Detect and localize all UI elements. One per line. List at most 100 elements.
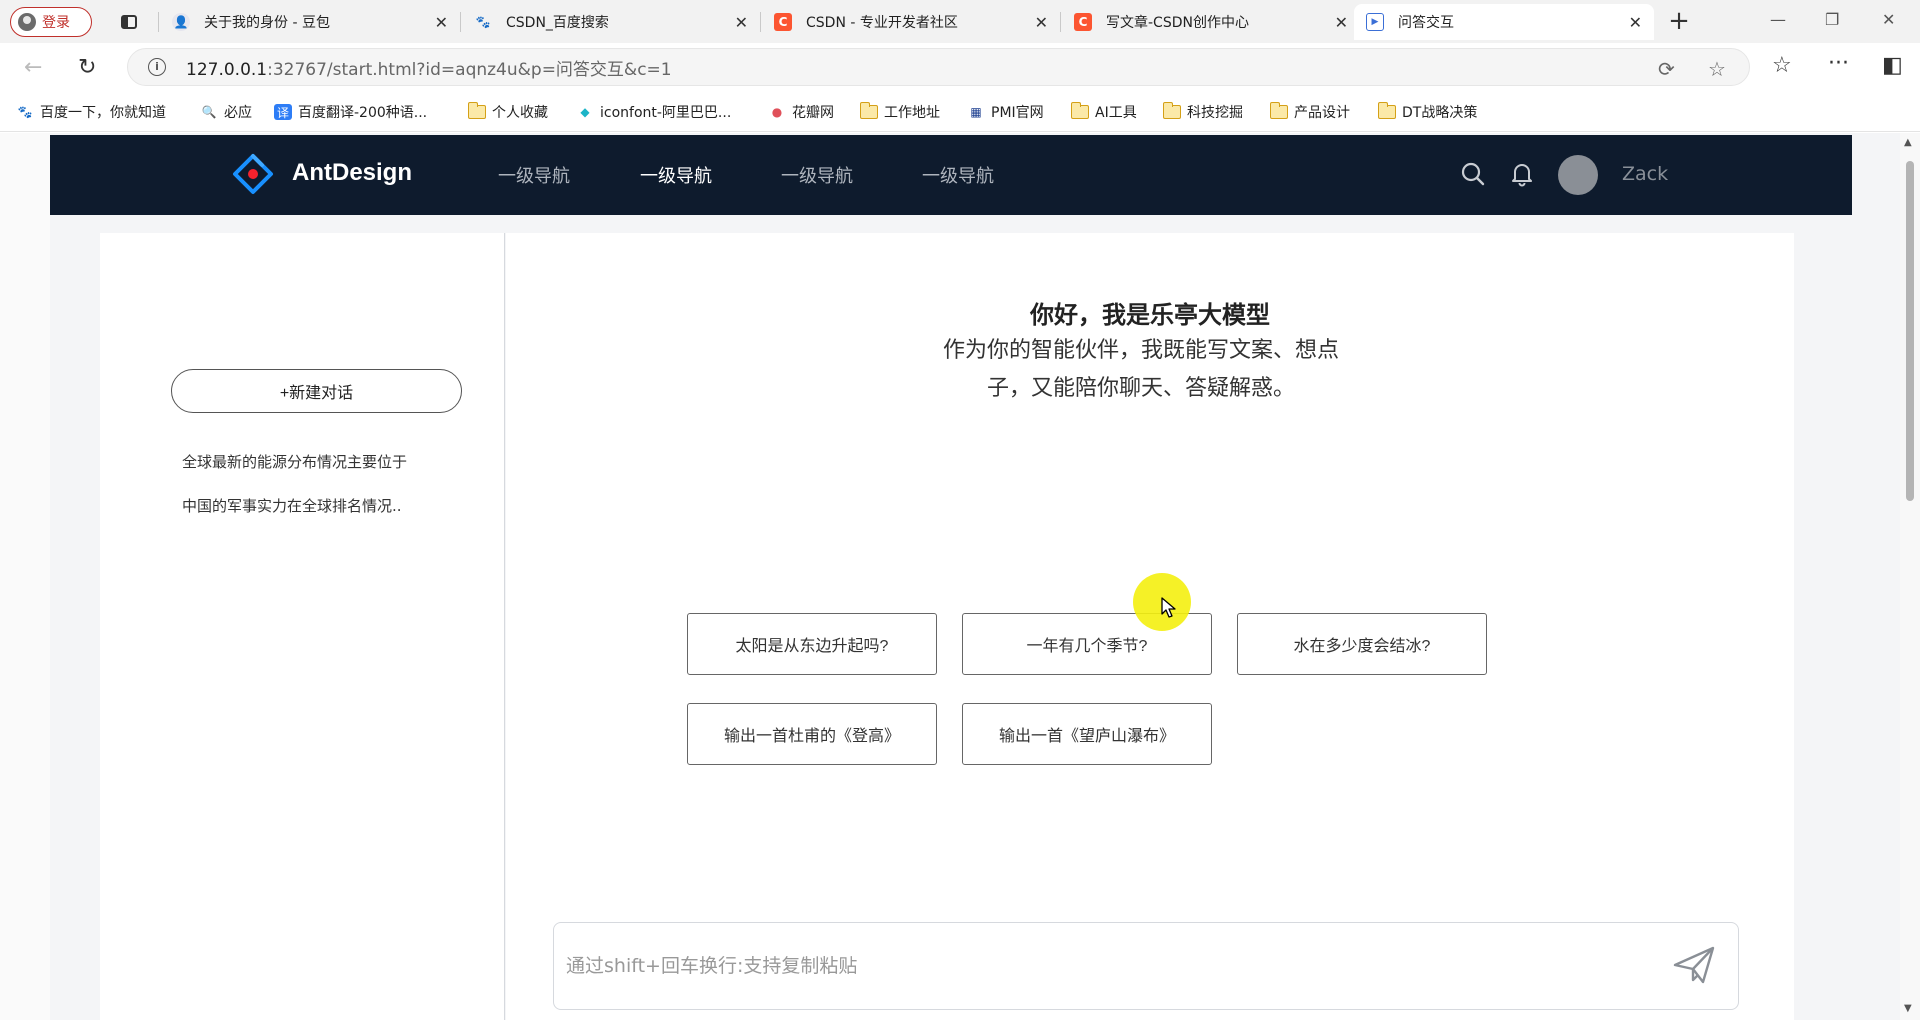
sidebar-toggle-icon[interactable]: ◧ [1882,53,1903,78]
site-info-icon[interactable]: i [148,58,166,76]
bookmark-personal[interactable]: 个人收藏 [468,102,548,122]
tab-doubao[interactable]: 👤 关于我的身份 - 豆包 ✕ [160,4,460,40]
baidu-icon: 🐾 [17,105,33,119]
favorites-icon[interactable]: ☆ [1772,53,1792,78]
new-tab-button[interactable]: + [1663,6,1695,36]
tab-baidu[interactable]: 🐾 CSDN_百度搜索 ✕ [462,4,760,40]
close-icon[interactable]: ✕ [435,13,448,32]
minimize-icon[interactable]: — [1770,10,1786,29]
bookmark-iconfont[interactable]: ◆ iconfont-阿里巴巴... [576,102,731,122]
tab-separator [158,12,159,32]
doubao-icon: 👤 [172,13,190,31]
suggested-question-button[interactable]: 输出一首杜甫的《登高》 [687,703,937,765]
tab-qa-active[interactable]: ▶ 问答交互 ✕ [1354,4,1654,40]
more-menu-icon[interactable]: ··· [1828,51,1849,76]
tab-separator [1060,12,1061,32]
folder-icon [1163,102,1181,120]
bookmarks-bar: 🐾 百度一下，你就知道 🔍 必应 译百度翻译-200种语... 个人收藏 ◆ icon… [0,92,1920,132]
reload-icon[interactable]: ↻ [78,55,96,80]
nav-item-3[interactable]: 一级导航 [781,162,853,188]
page-scrollbar[interactable]: ▲ ▼ [1900,133,1920,1020]
csdn-icon: C [1074,13,1092,31]
tab-title: CSDN_百度搜索 [506,15,609,31]
bookmark-dt[interactable]: DT战略决策 [1378,102,1477,122]
search-icon: 🔍 [201,105,217,119]
folder-icon [468,102,486,120]
tab-title: CSDN - 专业开发者社区 [806,15,958,31]
send-icon[interactable] [1672,945,1716,985]
restore-icon[interactable]: ❐ [1825,10,1839,29]
mouse-cursor-icon [1161,597,1176,618]
chat-input[interactable] [566,951,1646,981]
folder-icon [860,102,878,120]
bookmark-label: 花瓣网 [792,105,834,121]
pmi-icon: ▦ [970,105,982,119]
bookmark-bing[interactable]: 🔍 必应 [200,102,252,122]
nav-item-2[interactable]: 一级导航 [640,162,712,188]
bookmark-baidu[interactable]: 🐾 百度一下，你就知道 [16,102,166,122]
url-input[interactable]: i 127.0.0.1:32767/start.html?id=aqnz4u&p… [127,48,1750,86]
back-icon[interactable]: ← [24,55,42,80]
history-item[interactable]: 全球最新的能源分布情况主要位于 [182,451,407,472]
favorite-star-icon[interactable]: ☆ [1708,57,1726,81]
csdn-icon: C [774,13,792,31]
url-text: 127.0.0.1:32767/start.html?id=aqnz4u&p=问… [186,55,672,80]
close-icon[interactable]: ✕ [735,13,748,32]
scroll-down-icon[interactable]: ▼ [1904,1003,1912,1014]
app-header: AntDesign 一级导航 一级导航 一级导航 一级导航 Zack [50,135,1852,215]
url-path: :32767/start.html?id=aqnz4u&p=问答交互&c=1 [267,59,672,80]
scroll-up-icon[interactable]: ▲ [1904,137,1912,148]
bookmark-work[interactable]: 工作地址 [860,102,940,122]
translate-icon[interactable]: ⟳ [1658,57,1675,81]
bookmark-fanyi[interactable]: 译百度翻译-200种语... [274,102,427,122]
tab-separator [460,12,461,32]
close-icon[interactable]: ✕ [1629,13,1642,32]
baidu-icon: 🐾 [475,15,491,29]
profile-button[interactable]: 登录 [10,6,92,37]
bookmark-label: 百度一下，你就知道 [40,105,166,121]
new-chat-button[interactable]: +新建对话 [171,369,462,413]
greeting-subtitle: 作为你的智能伙伴，我既能写文案、想点子，又能陪你聊天、答疑解惑。 [942,338,1339,401]
bookmark-label: 个人收藏 [492,105,548,121]
bookmark-label: 百度翻译-200种语... [298,105,428,121]
brand-name: AntDesign [292,159,412,186]
bookmark-pmi[interactable]: ▦ PMI官网 [967,102,1044,122]
suggested-question-button[interactable]: 太阳是从东边升起吗? [687,613,937,675]
bookmark-label: 产品设计 [1294,105,1350,121]
folder-icon [1270,102,1288,120]
translate-icon: 译 [274,104,292,120]
tab-csdn-write[interactable]: C 写文章-CSDN创作中心 ✕ [1062,4,1360,40]
nav-item-1[interactable]: 一级导航 [498,162,570,188]
profile-label: 登录 [42,14,70,31]
url-host: 127.0.0.1 [186,59,268,80]
tab-title: 问答交互 [1398,15,1454,31]
bookmark-label: 工作地址 [884,105,940,121]
window-close-icon[interactable]: ✕ [1882,10,1895,29]
bookmark-product[interactable]: 产品设计 [1270,102,1350,122]
user-name[interactable]: Zack [1622,163,1668,185]
bookmark-label: PMI官网 [991,105,1044,121]
iconfont-icon: ◆ [580,105,590,119]
suggested-question-button[interactable]: 输出一首《望庐山瀑布》 [962,703,1212,765]
chat-input-box [553,922,1739,1010]
avatar[interactable] [1558,155,1598,195]
close-icon[interactable]: ✕ [1335,13,1348,32]
scrollbar-thumb[interactable] [1906,161,1914,501]
search-icon[interactable] [1460,161,1486,187]
bookmark-label: iconfont-阿里巴巴... [600,105,732,121]
close-icon[interactable]: ✕ [1035,13,1048,32]
bookmark-huaban[interactable]: ● 花瓣网 [768,102,834,122]
folder-icon [1378,102,1396,120]
nav-item-4[interactable]: 一级导航 [922,162,994,188]
bell-icon[interactable] [1510,161,1534,187]
bookmark-tech[interactable]: 科技挖掘 [1163,102,1243,122]
bookmark-label: 必应 [224,105,252,121]
history-item[interactable]: 中国的军事实力在全球排名情况.. [182,495,402,516]
suggested-question-button[interactable]: 水在多少度会结冰? [1237,613,1487,675]
tab-csdn[interactable]: C CSDN - 专业开发者社区 ✕ [762,4,1060,40]
page-icon: ▶ [1366,13,1384,31]
tab-actions-icon[interactable] [112,7,146,37]
tab-separator [760,12,761,32]
bookmark-ai[interactable]: AI工具 [1071,102,1137,122]
bookmark-label: DT战略决策 [1402,105,1478,121]
